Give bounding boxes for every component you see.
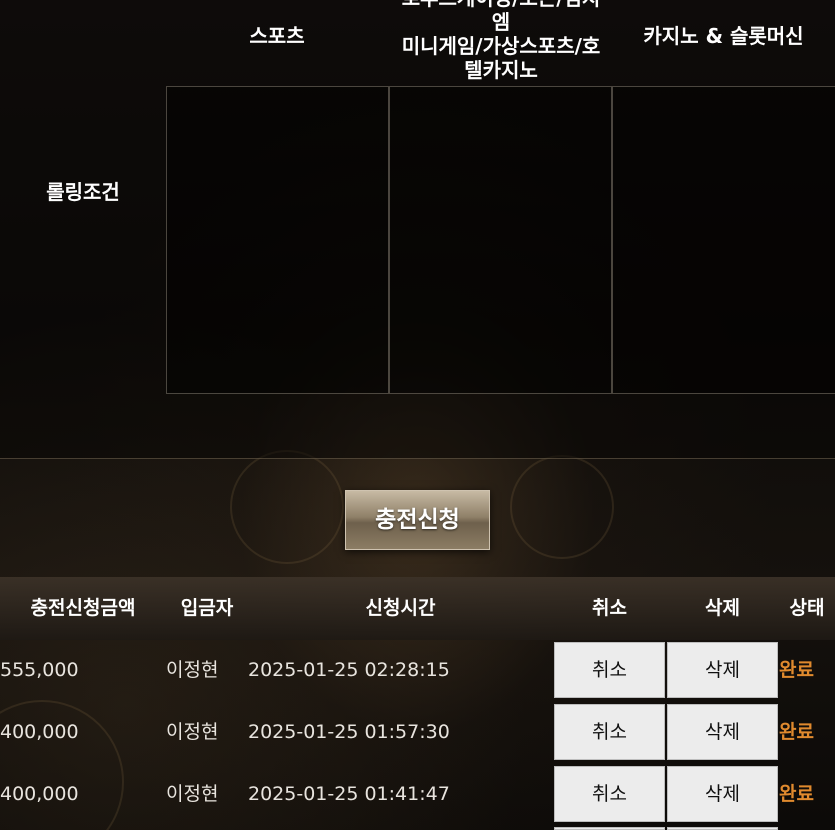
row-depositor: 이정현: [166, 659, 219, 681]
rolling-col-minigame: 로투스게이밍/보는/검지 엠 미니게임/가상스포츠/호 텔카지노: [401, 0, 601, 82]
header-request-time: 신청시간: [365, 597, 436, 619]
delete-button[interactable]: 삭제: [667, 766, 778, 822]
row-request-time: 2025-01-25 01:57:30: [248, 721, 450, 743]
header-status: 상태: [789, 597, 825, 619]
rolling-condition-label: 롤링조건: [46, 180, 120, 204]
rolling-condition-table: 스포츠 로투스게이밍/보는/검지 엠 미니게임/가상스포츠/호 텔카지노 카지노…: [0, 0, 835, 459]
table-row: 555,000 이정현 2025-01-25 02:28:15 취소 삭제 완료: [0, 639, 835, 701]
row-request-time: 2025-01-25 02:28:15: [248, 659, 450, 681]
table-row: 400,000 이정현 2025-01-25 01:57:30 취소 삭제 완료: [0, 701, 835, 763]
cancel-button[interactable]: 취소: [554, 642, 665, 698]
row-request-time: 2025-01-25 01:41:47: [248, 783, 450, 805]
cancel-button[interactable]: 취소: [554, 766, 665, 822]
delete-button[interactable]: 삭제: [667, 704, 778, 760]
table-row: 400,000 이정현 2025-01-25 01:41:47 취소 삭제 완료: [0, 763, 835, 825]
header-cancel: 취소: [592, 597, 627, 619]
row-amount: 400,000: [0, 783, 79, 805]
status-badge: 완료: [779, 783, 814, 805]
status-badge: 완료: [779, 721, 814, 743]
status-badge: 완료: [779, 659, 814, 681]
charge-request-button[interactable]: 충전신청: [345, 490, 490, 550]
background-ornament: [510, 455, 614, 559]
header-amount: 충전신청금액: [30, 597, 136, 619]
row-amount: 555,000: [0, 659, 79, 681]
rolling-cell-minigame: [389, 86, 612, 394]
background-ornament: [230, 450, 344, 564]
rolling-col-casino: 카지노 & 슬롯머신: [643, 24, 804, 48]
rolling-cell-casino: [612, 86, 835, 394]
row-depositor: 이정현: [166, 783, 219, 805]
row-amount: 400,000: [0, 721, 79, 743]
charge-page: 스포츠 로투스게이밍/보는/검지 엠 미니게임/가상스포츠/호 텔카지노 카지노…: [0, 0, 835, 830]
header-depositor: 입금자: [180, 597, 234, 619]
rolling-cell-sports: [166, 86, 389, 394]
header-delete: 삭제: [705, 597, 740, 619]
cancel-button[interactable]: 취소: [554, 704, 665, 760]
rolling-col-sports: 스포츠: [249, 24, 305, 48]
delete-button[interactable]: 삭제: [667, 642, 778, 698]
history-table-header: 충전신청금액 입금자 신청시간 취소 삭제 상태: [0, 577, 835, 640]
row-depositor: 이정현: [166, 721, 219, 743]
